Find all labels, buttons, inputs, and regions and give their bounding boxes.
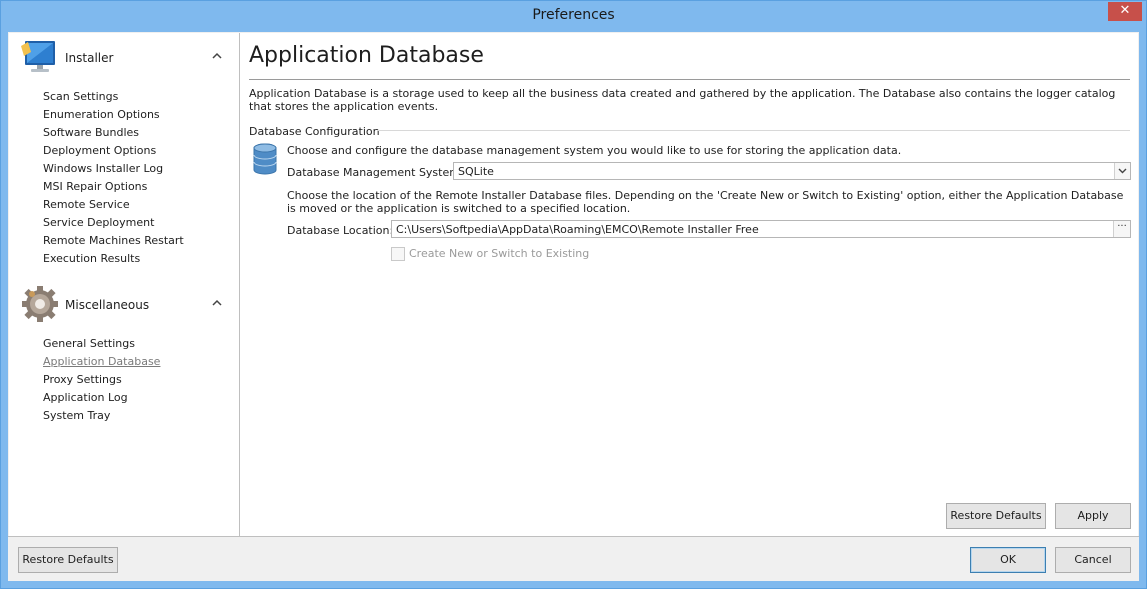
sidebar-item-system-tray[interactable]: System Tray (43, 409, 110, 423)
page-description: Application Database is a storage used t… (249, 87, 1116, 113)
sidebar-item-windows-installer-log[interactable]: Windows Installer Log (43, 162, 163, 176)
browse-button[interactable]: ··· (1113, 221, 1130, 237)
section-label-database-configuration: Database Configuration (249, 125, 380, 138)
dropdown-button[interactable] (1114, 163, 1130, 179)
location-help-text: Choose the location of the Remote Instal… (287, 189, 1124, 215)
ok-button[interactable]: OK (970, 547, 1046, 573)
database-location-value: C:\Users\Softpedia\AppData\Roaming\EMCO\… (396, 223, 759, 236)
sidebar-item-remote-service[interactable]: Remote Service (43, 198, 130, 212)
location-label: Database Location: (287, 224, 394, 237)
dbms-selected-value: SQLite (458, 165, 494, 178)
ellipsis-icon: ··· (1117, 221, 1127, 232)
group-label-installer: Installer (65, 51, 114, 65)
footer-divider (8, 536, 1139, 537)
sidebar-item-remote-machines-restart[interactable]: Remote Machines Restart (43, 234, 184, 248)
client-area: Installer Scan Settings Enumeration Opti… (8, 32, 1139, 581)
dbms-select[interactable]: SQLite (453, 162, 1131, 180)
close-icon: ✕ (1119, 3, 1131, 18)
gear-icon (22, 286, 58, 322)
cancel-button[interactable]: Cancel (1055, 547, 1131, 573)
create-new-checkbox[interactable] (391, 247, 405, 261)
chevron-up-icon[interactable] (211, 50, 223, 62)
chevron-up-icon[interactable] (211, 297, 223, 309)
dbms-label: Database Management System: (287, 166, 464, 179)
title-divider (249, 79, 1130, 80)
chevron-down-icon (1118, 168, 1127, 174)
sidebar-item-enumeration-options[interactable]: Enumeration Options (43, 108, 160, 122)
group-label-miscellaneous: Miscellaneous (65, 298, 150, 312)
sidebar-item-general-settings[interactable]: General Settings (43, 337, 135, 351)
close-button[interactable]: ✕ (1108, 2, 1142, 21)
sidebar-item-proxy-settings[interactable]: Proxy Settings (43, 373, 122, 387)
page-title: Application Database (249, 43, 484, 68)
sidebar-item-service-deployment[interactable]: Service Deployment (43, 216, 154, 230)
database-icon (253, 143, 277, 175)
sidebar-item-scan-settings[interactable]: Scan Settings (43, 90, 118, 104)
preferences-window: Preferences ✕ Installer Scan Settings En… (0, 0, 1147, 589)
title-bar[interactable]: Preferences ✕ (1, 1, 1146, 32)
group-header-miscellaneous[interactable]: Miscellaneous (21, 285, 226, 325)
create-new-checkbox-label: Create New or Switch to Existing (409, 247, 590, 260)
section-divider (377, 130, 1130, 131)
group-header-installer[interactable]: Installer (21, 38, 226, 78)
content-panel: Application Database Application Databas… (240, 33, 1138, 536)
sidebar-item-deployment-options[interactable]: Deployment Options (43, 144, 156, 158)
window-title: Preferences (532, 7, 615, 23)
monitor-icon (21, 41, 55, 72)
apply-button[interactable]: Apply (1055, 503, 1131, 529)
sidebar-item-application-log[interactable]: Application Log (43, 391, 128, 405)
sidebar: Installer Scan Settings Enumeration Opti… (9, 33, 240, 536)
restore-defaults-button[interactable]: Restore Defaults (18, 547, 118, 573)
sidebar-item-software-bundles[interactable]: Software Bundles (43, 126, 139, 140)
sidebar-item-execution-results[interactable]: Execution Results (43, 252, 140, 266)
restore-defaults-page-button[interactable]: Restore Defaults (946, 503, 1046, 529)
choose-dbms-text: Choose and configure the database manage… (287, 144, 902, 157)
database-location-field[interactable]: C:\Users\Softpedia\AppData\Roaming\EMCO\… (391, 220, 1131, 238)
sidebar-item-application-database[interactable]: Application Database (43, 355, 160, 369)
sidebar-item-msi-repair-options[interactable]: MSI Repair Options (43, 180, 147, 194)
